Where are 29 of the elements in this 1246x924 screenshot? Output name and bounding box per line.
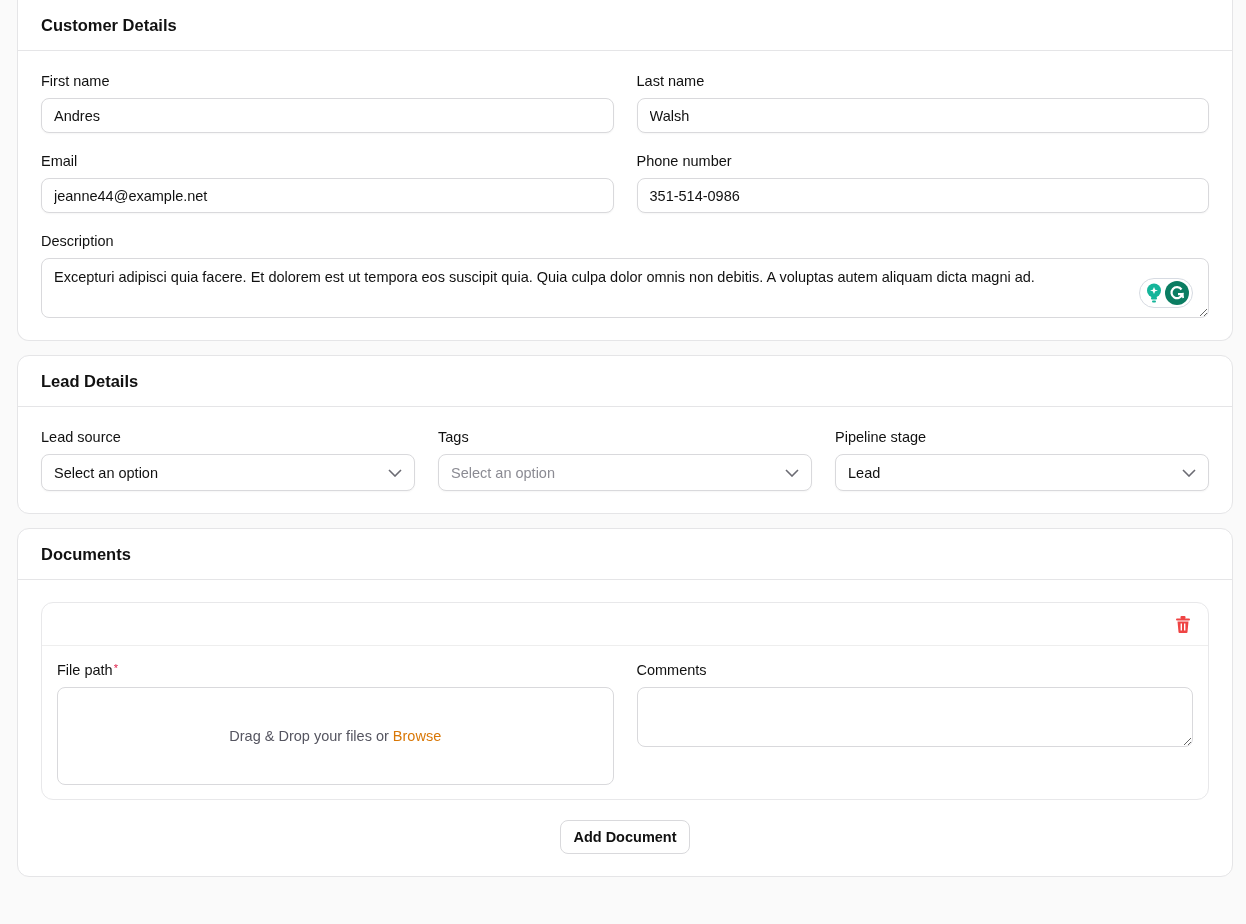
drop-zone-text: Drag & Drop your files or Browse xyxy=(229,728,442,744)
section-title: Customer Details xyxy=(18,0,1232,51)
textarea-field[interactable]: Excepturi adipisci quia facere. Et dolorem est ut tempora eos suscipit quia. Quia culpa dolor omnis non debitis. A voluptas autem aliquam dicta magni ad. xyxy=(41,258,1209,318)
input-field[interactable]: jeanne44@example.net xyxy=(41,178,614,213)
section-title: Documents xyxy=(18,529,1232,580)
textarea-field[interactable] xyxy=(636,687,1193,747)
field-label: Description xyxy=(41,233,115,249)
select-field[interactable]: Lead xyxy=(835,454,1209,491)
chevron-down-icon xyxy=(785,468,799,477)
add-document-button[interactable]: Add Document xyxy=(560,820,690,854)
trash-icon[interactable] xyxy=(1176,615,1190,633)
field-label: First name xyxy=(41,73,111,89)
field-label: File path* xyxy=(57,662,119,678)
chevron-down-icon xyxy=(388,468,402,477)
chevron-down-icon xyxy=(1182,468,1196,477)
file-drop-zone[interactable]: Drag & Drop your files or Browse xyxy=(57,687,614,785)
field-label: Tags xyxy=(438,429,470,445)
select-field[interactable]: Select an option xyxy=(41,454,415,491)
field-label: Phone number xyxy=(636,153,733,169)
field-label: Comments xyxy=(636,662,708,678)
field-label: Last name xyxy=(636,73,706,89)
input-field[interactable]: 351-514-0986 xyxy=(636,178,1209,213)
section-title: Lead Details xyxy=(18,356,1232,407)
field-label: Email xyxy=(41,153,79,169)
field-label: Pipeline stage xyxy=(835,429,928,445)
lightbulb-icon[interactable] xyxy=(1146,283,1162,303)
field-label: Lead source xyxy=(41,429,122,445)
input-field[interactable]: Andres xyxy=(41,98,614,133)
input-field[interactable]: Walsh xyxy=(636,98,1209,133)
